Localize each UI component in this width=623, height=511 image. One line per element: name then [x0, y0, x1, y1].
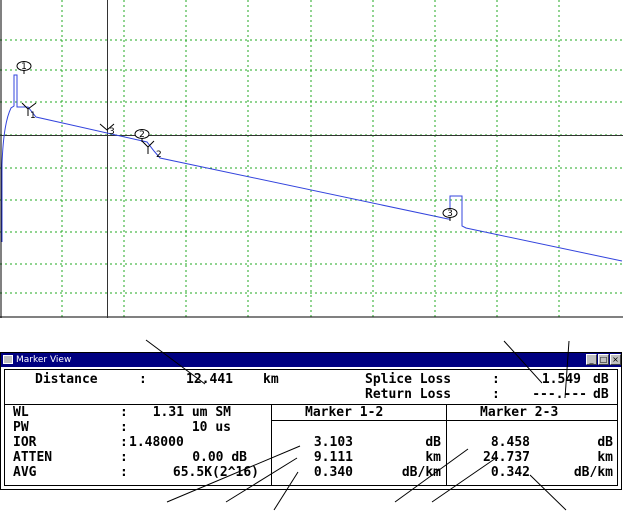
param-separator: :: [120, 420, 128, 435]
marker-view-titlebar[interactable]: Marker View _ □ ×: [1, 353, 621, 367]
trace-graph: 1 3 2 1 2 3: [0, 0, 623, 318]
marker-label: 3: [447, 209, 453, 219]
param-separator: :: [120, 465, 128, 480]
event-tick-2[interactable]: 2: [141, 140, 162, 160]
marker-2-3-loss-unit: dB: [597, 435, 613, 450]
return-loss-label: Return Loss: [365, 387, 452, 402]
splice-loss-unit: dB: [593, 372, 609, 387]
marker-2-3-attenuation-value: 0.342: [490, 465, 530, 480]
param-value: 10 us: [191, 420, 231, 435]
column-divider-2: [446, 404, 447, 485]
marker-1-2-header: Marker 1-2: [305, 405, 384, 420]
return-loss-value: ---.---: [532, 387, 587, 402]
marker-1-2-distance-unit: km: [425, 450, 441, 465]
splice-loss-label: Splice Loss: [365, 372, 452, 387]
param-label: AVG: [13, 465, 37, 480]
distance-separator: :: [139, 372, 147, 387]
marker-label: 1: [21, 62, 27, 72]
otdr-trace-display[interactable]: 1 3 2 1 2 3: [0, 0, 623, 318]
distance-value: 12.441: [186, 372, 233, 387]
marker-2-3-loss-value: 8.458: [490, 435, 530, 450]
param-separator: :: [120, 435, 128, 450]
distance-unit: km: [263, 372, 279, 387]
marker-view-content: Distance : 12.441 km Splice Loss : 1.549…: [4, 369, 618, 486]
marker-1-2-loss-unit: dB: [425, 435, 441, 450]
marker-1-2-attenuation-unit: dB/km: [401, 465, 441, 480]
distance-label: Distance: [35, 372, 98, 387]
splice-loss-value: 1.549: [541, 372, 581, 387]
param-label: WL: [13, 405, 29, 420]
marker-header-divider: [271, 420, 617, 421]
event-tick-1[interactable]: 1: [21, 102, 37, 121]
return-loss-separator: :: [492, 387, 500, 402]
marker-1-2-loss-value: 3.103: [313, 435, 353, 450]
marker-1-2-attenuation-value: 0.340: [313, 465, 353, 480]
marker-2-3-distance-value: 24.737: [483, 450, 530, 465]
minimize-button[interactable]: _: [586, 354, 597, 365]
marker-3[interactable]: 3: [442, 208, 458, 222]
param-label: PW: [13, 420, 29, 435]
app-icon: [3, 355, 13, 364]
param-value: 0.00 dB: [192, 450, 247, 465]
return-loss-unit: dB: [593, 387, 609, 402]
column-divider-1: [271, 404, 272, 485]
param-label: ATTEN: [13, 450, 53, 465]
marker-2-3-distance-unit: km: [597, 450, 613, 465]
maximize-button[interactable]: □: [598, 354, 609, 365]
window-title: Marker View: [16, 355, 72, 365]
marker-2-3-header: Marker 2-3: [480, 405, 559, 420]
marker-2-3-attenuation-unit: dB/km: [573, 465, 613, 480]
event-tick-label: 3: [109, 127, 115, 137]
event-tick-label: 1: [30, 111, 36, 121]
marker-view-window[interactable]: Marker View _ □ × Distance : 12.441 km S…: [0, 352, 622, 490]
param-separator: :: [120, 450, 128, 465]
event-tick-label: 2: [156, 150, 162, 160]
splice-loss-separator: :: [492, 372, 500, 387]
param-label: IOR: [13, 435, 37, 450]
param-value: 65.5K(2^16): [172, 465, 259, 480]
marker-1[interactable]: 1: [16, 61, 32, 75]
param-value: 1.48000: [129, 435, 184, 450]
grid: [0, 0, 623, 317]
param-separator: :: [120, 405, 128, 420]
close-button[interactable]: ×: [610, 354, 621, 365]
param-value: 1.31 um SM: [152, 405, 231, 420]
marker-1-2-distance-value: 9.111: [313, 450, 353, 465]
marker-label: 2: [139, 130, 145, 140]
